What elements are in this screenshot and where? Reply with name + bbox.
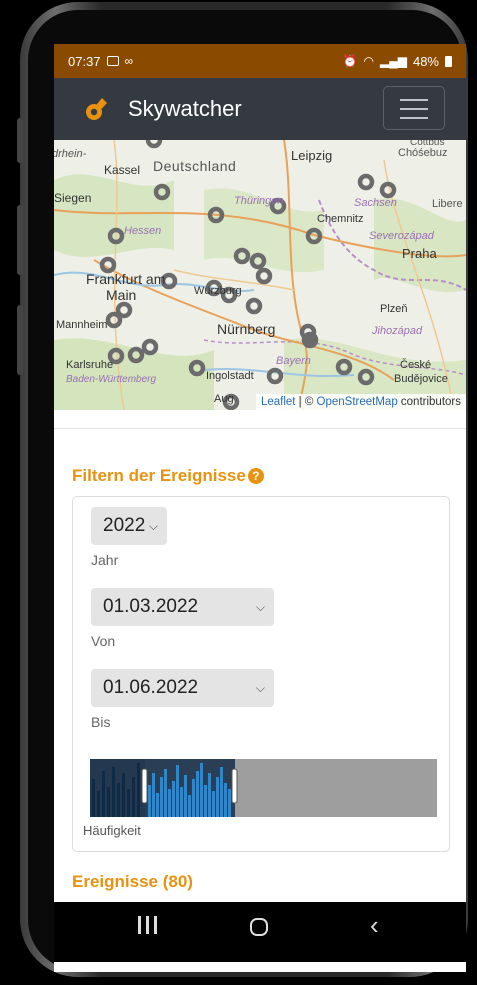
home-icon[interactable]: [250, 918, 268, 936]
link-icon: ∞: [124, 54, 134, 68]
range-start-handle[interactable]: [141, 768, 148, 804]
from-date-value: 01.03.2022: [103, 596, 199, 617]
svg-text:Jihozápad: Jihozápad: [371, 325, 423, 337]
filter-heading-text: Filtern der Ereignisse: [72, 466, 246, 485]
volume-up-button: [17, 118, 23, 163]
meteor-icon: [86, 98, 107, 120]
recent-apps-icon[interactable]: [138, 916, 160, 936]
chevron-down-icon: ⌵: [148, 519, 158, 533]
menu-toggle-button[interactable]: [383, 86, 445, 130]
to-date-value: 01.06.2022: [103, 677, 199, 698]
svg-text:Thüringen: Thüringen: [234, 195, 284, 207]
status-bar: 07:37 ∞ ⏰ ◠ ▂▄▆ 48%: [54, 44, 466, 78]
year-value: 2022: [103, 515, 146, 536]
wifi-icon: ◠: [363, 54, 374, 68]
android-nav-bar: ‹: [54, 902, 466, 962]
hamburger-icon: [400, 99, 428, 101]
svg-text:Baden-Württemberg: Baden-Württemberg: [66, 374, 156, 385]
leaflet-link[interactable]: Leaflet: [261, 396, 296, 408]
volume-down-button: [17, 205, 23, 275]
svg-text:Budějovice: Budějovice: [394, 373, 448, 385]
svg-text:Severozápad: Severozápad: [369, 230, 435, 242]
svg-text:Ingolstadt: Ingolstadt: [206, 370, 254, 382]
status-time: 07:37: [68, 53, 101, 69]
to-date-label: Bis: [91, 714, 111, 730]
power-button: [17, 305, 23, 375]
osm-link[interactable]: OpenStreetMap: [317, 396, 398, 408]
hamburger-icon-bar: [400, 108, 428, 110]
histogram-label: Häufigkeit: [83, 823, 141, 838]
navbar: Skywatcher: [54, 78, 466, 140]
from-date-select[interactable]: 01.03.2022 ⌵: [91, 588, 274, 626]
map-tiles: drhein- Kassel Deutschland Leipzig Cottb…: [54, 140, 466, 410]
hamburger-icon-bar: [400, 117, 428, 119]
alarm-icon: ⏰: [342, 54, 358, 68]
svg-text:Karlsruhe: Karlsruhe: [66, 359, 113, 371]
chevron-down-icon: ⌵: [255, 600, 265, 614]
attribution-suffix: contributors: [397, 396, 461, 408]
histogram-bars: [90, 759, 238, 817]
gallery-icon: [106, 56, 119, 66]
svg-text:Nürnberg: Nürnberg: [217, 321, 275, 337]
svg-text:České: České: [400, 358, 431, 371]
map-attribution: Leaflet | © OpenStreetMap contributors: [255, 394, 466, 410]
battery-percent: 48%: [412, 53, 439, 69]
svg-text:Deutschland: Deutschland: [153, 158, 236, 174]
svg-text:Libere: Libere: [432, 198, 463, 210]
frequency-histogram[interactable]: [90, 759, 437, 817]
svg-text:Sachsen: Sachsen: [354, 197, 397, 209]
from-date-label: Von: [91, 633, 116, 649]
svg-text:drhein-: drhein-: [54, 148, 87, 160]
svg-text:Chóśebuz: Chóśebuz: [398, 147, 448, 159]
svg-text:Praha: Praha: [402, 246, 437, 261]
filter-card: 2022 ⌵ Jahr 01.03.2022 ⌵ Von 01.06.2022 …: [72, 496, 450, 852]
svg-text:Mannheim: Mannheim: [56, 319, 107, 331]
svg-text:Würzburg: Würzburg: [194, 285, 242, 297]
svg-text:Leipzig: Leipzig: [291, 148, 332, 163]
range-end-handle[interactable]: [231, 768, 238, 804]
year-label: Jahr: [91, 552, 119, 568]
attribution-separator: | ©: [295, 396, 317, 408]
question-circle-icon[interactable]: ?: [247, 468, 264, 484]
chevron-down-icon: ⌵: [255, 681, 265, 695]
svg-text:Chemnitz: Chemnitz: [317, 213, 363, 225]
brand-title[interactable]: Skywatcher: [128, 96, 242, 122]
svg-text:Siegen: Siegen: [54, 191, 91, 205]
svg-text:Bayern: Bayern: [276, 355, 311, 367]
to-date-select[interactable]: 01.06.2022 ⌵: [91, 669, 274, 707]
svg-text:Plzeň: Plzeň: [380, 303, 408, 315]
svg-text:Kassel: Kassel: [104, 163, 140, 177]
events-heading: Ereignisse (80): [72, 872, 193, 891]
svg-text:Frankfurt am: Frankfurt am: [86, 271, 165, 287]
signal-icon: ▂▄▆: [380, 54, 407, 68]
battery-icon: [445, 55, 452, 67]
filter-heading: Filtern der Ereignisse?: [72, 466, 264, 486]
svg-text:Hessen: Hessen: [124, 225, 161, 237]
section-divider: [54, 428, 466, 429]
back-icon[interactable]: ‹: [370, 910, 379, 941]
svg-text:Aug: Aug: [214, 393, 234, 405]
event-map[interactable]: drhein- Kassel Deutschland Leipzig Cottb…: [54, 140, 466, 410]
year-select[interactable]: 2022 ⌵: [91, 507, 167, 545]
svg-text:Main: Main: [106, 287, 136, 303]
screen: 07:37 ∞ ⏰ ◠ ▂▄▆ 48% Skywatcher drhein- K…: [54, 44, 466, 972]
